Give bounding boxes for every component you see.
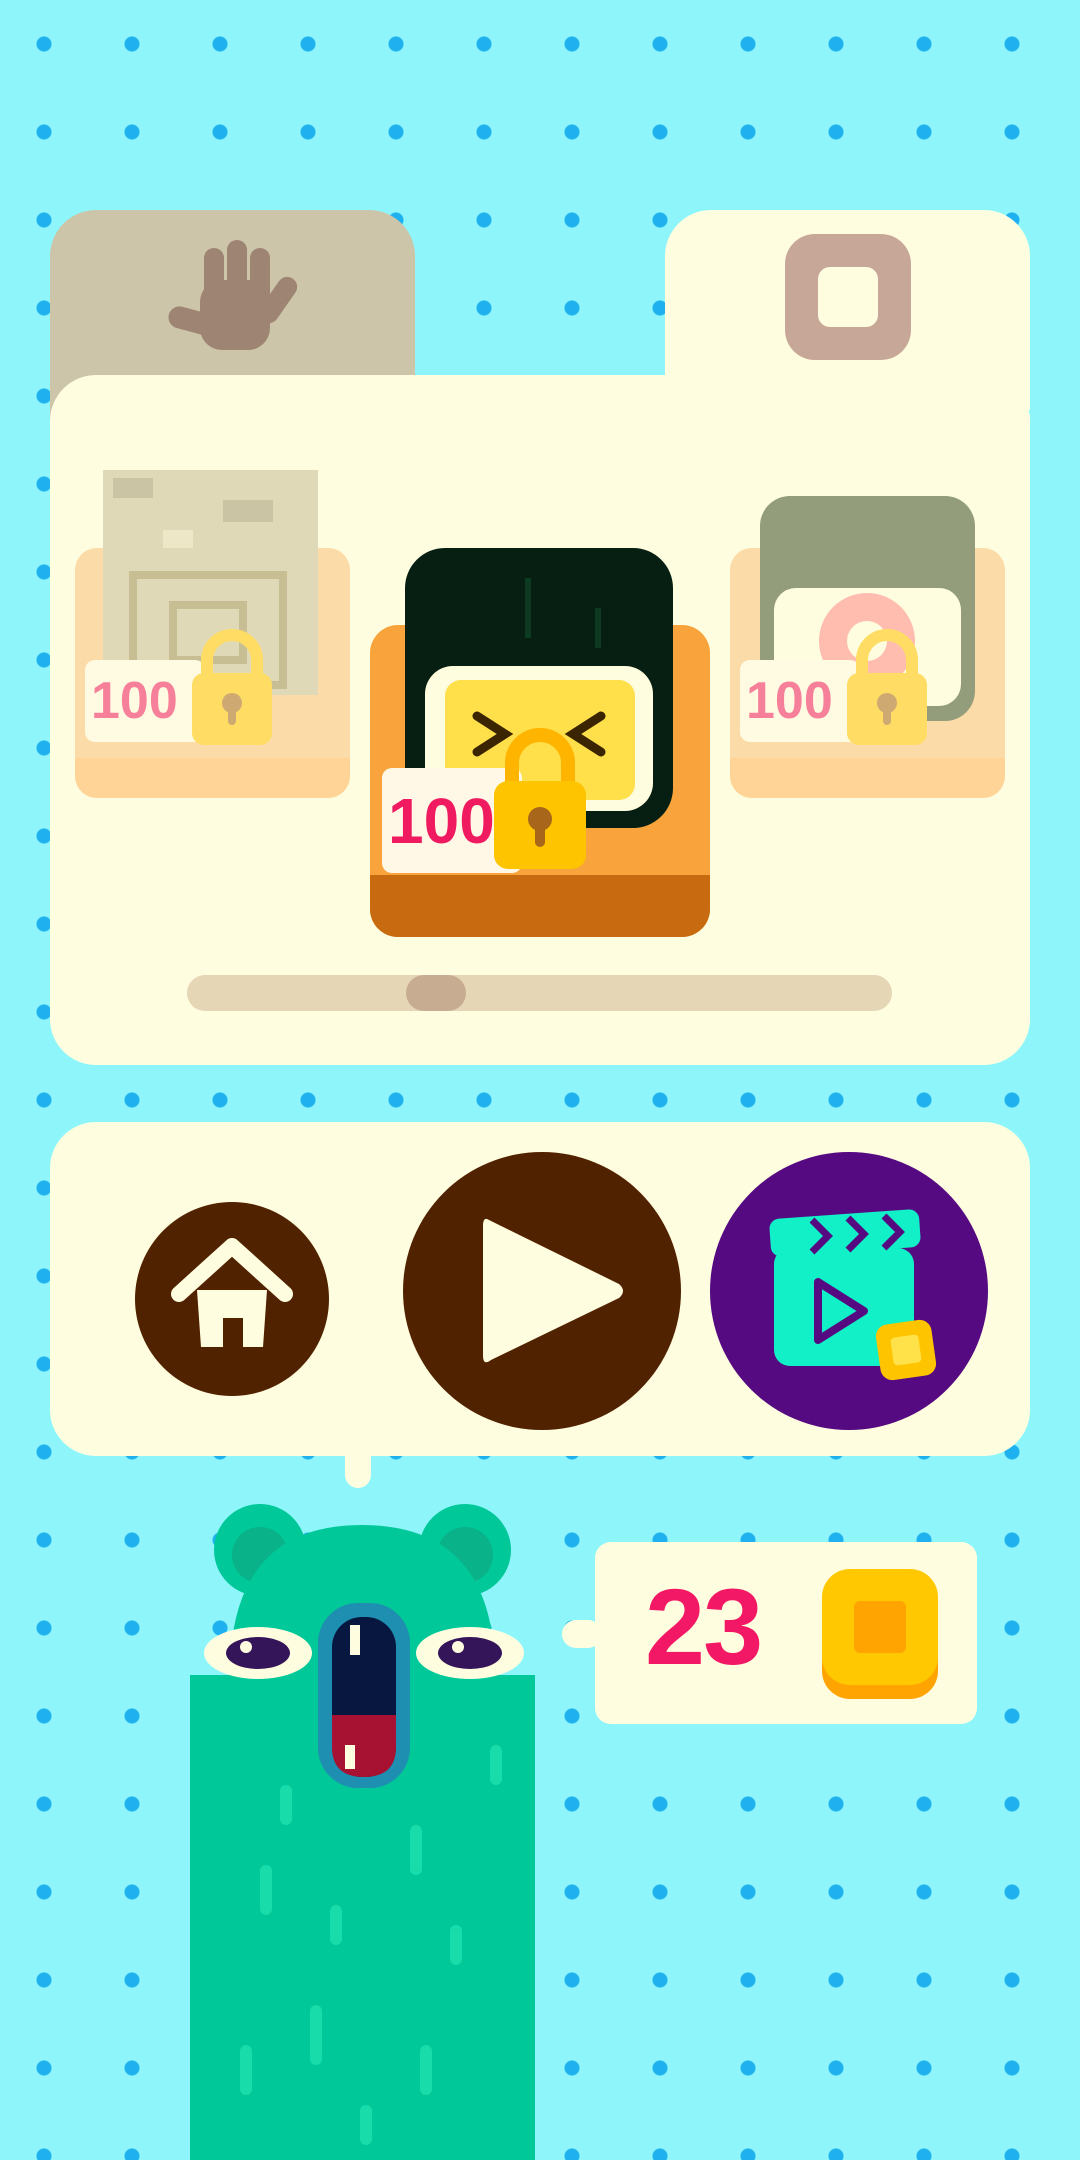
skin-card-stone[interactable]: 100	[75, 470, 350, 798]
hand-icon	[168, 240, 298, 350]
video-reward-button[interactable]	[710, 1152, 988, 1430]
action-panel	[50, 1122, 1030, 1456]
lock-icon	[494, 728, 586, 869]
home-button[interactable]	[135, 1202, 329, 1396]
price-label: 100	[388, 784, 495, 857]
skin-selector-panel: 100 100 100	[50, 375, 1030, 1065]
lock-icon	[847, 629, 927, 745]
mascot-character[interactable]	[190, 1485, 535, 2160]
play-icon	[483, 1218, 623, 1363]
scrollbar-thumb[interactable]	[406, 975, 466, 1011]
coin-icon	[822, 1569, 938, 1699]
coin-counter: 23	[595, 1542, 977, 1724]
speech-tail	[345, 1450, 371, 1488]
home-icon	[171, 1238, 293, 1347]
price-label: 100	[91, 672, 178, 730]
video-clapper-icon	[769, 1209, 937, 1381]
price-label: 100	[746, 672, 833, 730]
square-block-icon	[785, 234, 911, 360]
skin-card-donut[interactable]: 100	[730, 496, 1005, 798]
lock-icon	[192, 629, 272, 745]
coin-count: 23	[645, 1566, 763, 1687]
scrollbar-track[interactable]	[187, 975, 892, 1011]
skin-card-sushi[interactable]: 100	[370, 548, 710, 937]
play-button[interactable]	[403, 1152, 681, 1430]
